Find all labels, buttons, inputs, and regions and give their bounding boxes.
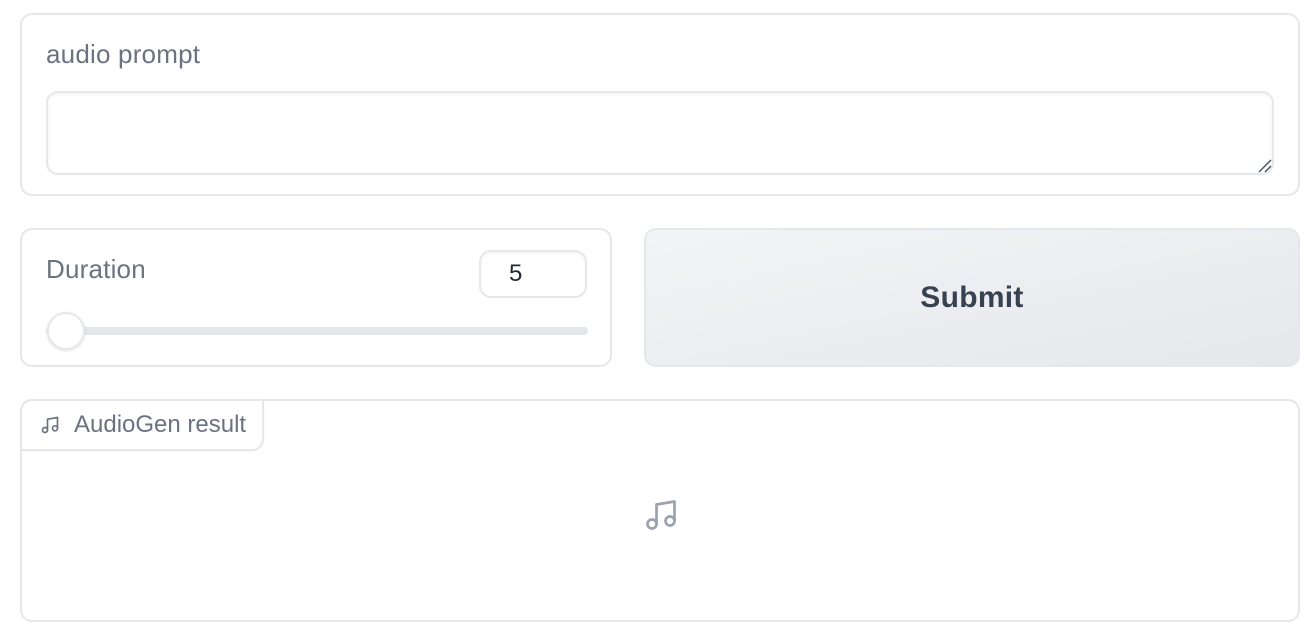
audio-prompt-block: audio prompt (20, 13, 1300, 196)
audio-prompt-label: audio prompt (46, 39, 201, 69)
music-note-icon (646, 500, 676, 530)
duration-slider-thumb[interactable] (47, 312, 85, 350)
duration-number-input[interactable] (479, 250, 587, 298)
audio-result-label-tab: AudioGen result (20, 399, 265, 451)
resize-handle-icon[interactable] (1256, 157, 1272, 173)
audio-prompt-textarea[interactable] (46, 91, 1274, 175)
duration-label: Duration (46, 254, 146, 284)
duration-slider-track[interactable] (46, 327, 588, 335)
audio-result-label: AudioGen result (74, 411, 247, 438)
duration-slider-block: Duration (20, 228, 612, 367)
audio-result-block: AudioGen result (20, 399, 1300, 622)
music-note-icon (41, 416, 59, 434)
submit-button[interactable]: Submit (644, 228, 1300, 367)
